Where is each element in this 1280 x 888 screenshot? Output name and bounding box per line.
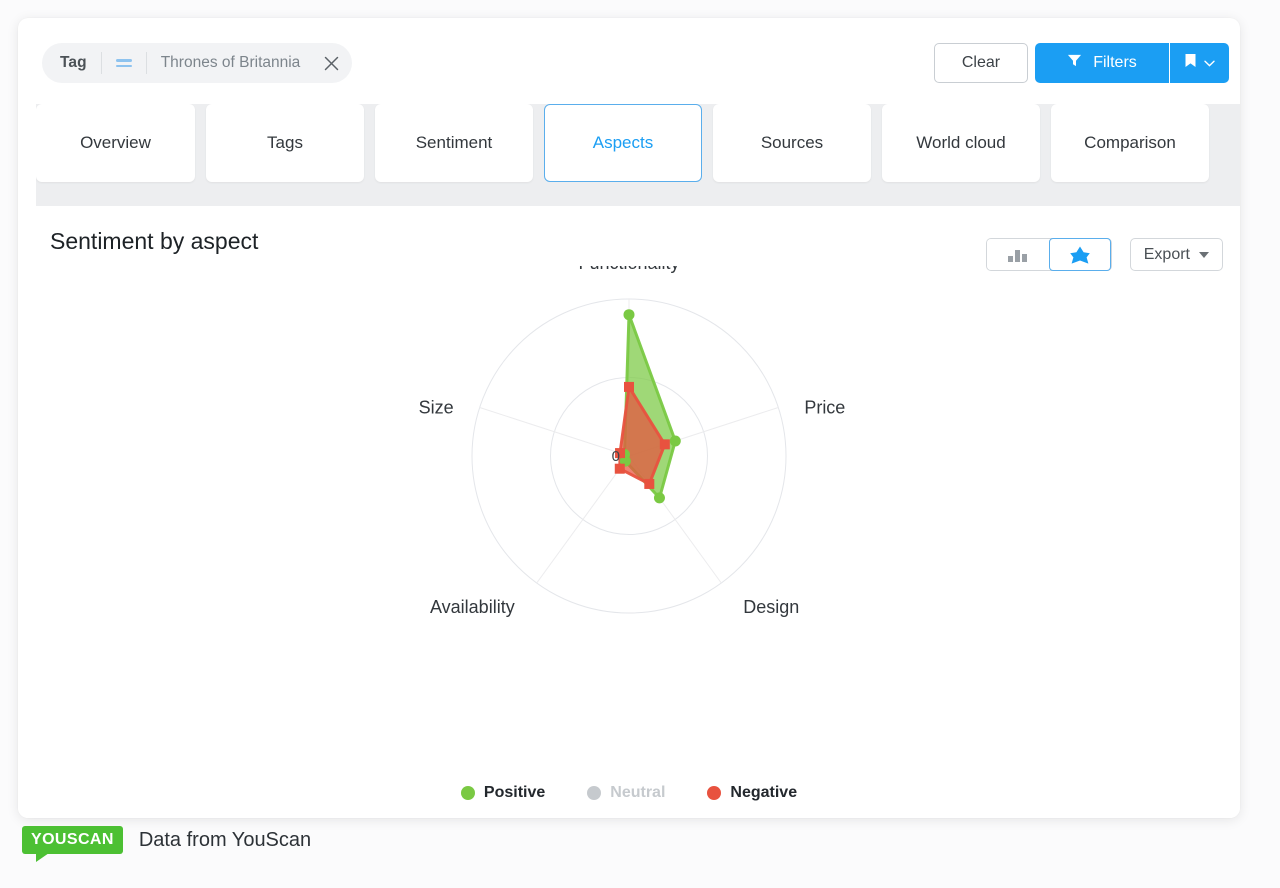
- tab-sources[interactable]: Sources: [713, 104, 871, 182]
- funnel-icon: [1067, 53, 1082, 73]
- legend-swatch-negative: [707, 786, 721, 800]
- radar-chart-svg: 0 Functionality Price Design Availability Siz…: [219, 266, 1039, 686]
- radar-chart-icon[interactable]: [1049, 238, 1111, 271]
- tag-filter-chip[interactable]: Tag Thrones of Britannia: [42, 43, 352, 83]
- tab-sentiment[interactable]: Sentiment: [375, 104, 533, 182]
- radar-point: [615, 464, 625, 474]
- chip-divider-1: [101, 52, 102, 74]
- radial-tick-label: 0: [612, 448, 620, 465]
- radar-point: [624, 382, 634, 392]
- legend-label-positive: Positive: [484, 784, 545, 802]
- tag-filter-label: Tag: [60, 54, 87, 72]
- bookmark-button[interactable]: [1170, 43, 1229, 83]
- chevron-down-icon: [1199, 252, 1209, 258]
- chart-panel: Sentiment by aspect Export: [18, 206, 1240, 818]
- page-title: Sentiment by aspect: [50, 228, 258, 255]
- bookmark-icon: [1184, 53, 1197, 73]
- filter-bar: Tag Thrones of Britannia Clear Filters: [18, 18, 1240, 104]
- tab-comparison[interactable]: Comparison: [1051, 104, 1209, 182]
- footer-text: Data from YouScan: [139, 829, 311, 852]
- legend-swatch-positive: [461, 786, 475, 800]
- radar-point: [644, 479, 654, 489]
- radar-chart: 0 Functionality Price Design Availability Siz…: [18, 266, 1240, 786]
- radar-axis-label: Availability: [430, 597, 515, 617]
- radar-axis-label: Design: [743, 597, 799, 617]
- dashboard-card: Tag Thrones of Britannia Clear Filters: [18, 18, 1240, 818]
- footer: YOUSCAN Data from YouScan: [22, 826, 311, 854]
- export-button-label: Export: [1144, 246, 1190, 264]
- radar-axis-spoke: [480, 407, 629, 456]
- screenshot-root: Tag Thrones of Britannia Clear Filters: [0, 0, 1280, 888]
- filters-button-group: Filters: [1035, 43, 1229, 83]
- tab-list: Overview Tags Sentiment Aspects Sources …: [36, 104, 1240, 206]
- radar-point: [670, 435, 681, 446]
- radar-axis-label: Price: [804, 397, 845, 417]
- filters-button[interactable]: Filters: [1035, 43, 1169, 83]
- filters-button-label: Filters: [1093, 54, 1137, 72]
- radar-axis-label: Size: [419, 397, 454, 417]
- chevron-down-icon: [1204, 54, 1215, 72]
- radar-axis-label: Functionality: [578, 266, 679, 273]
- tab-tags[interactable]: Tags: [206, 104, 364, 182]
- legend-swatch-neutral: [587, 786, 601, 800]
- legend-item-negative[interactable]: Negative: [707, 784, 797, 802]
- equals-icon: [116, 57, 132, 69]
- radar-point: [624, 309, 635, 320]
- legend-item-neutral[interactable]: Neutral: [587, 784, 665, 802]
- tab-world-cloud[interactable]: World cloud: [882, 104, 1040, 182]
- legend-label-neutral: Neutral: [610, 784, 665, 802]
- legend-item-positive[interactable]: Positive: [461, 784, 545, 802]
- tab-overview[interactable]: Overview: [36, 104, 195, 182]
- tab-aspects[interactable]: Aspects: [544, 104, 702, 182]
- legend-label-negative: Negative: [730, 784, 797, 802]
- radar-point: [660, 439, 670, 449]
- close-icon[interactable]: [316, 48, 346, 78]
- tag-filter-value: Thrones of Britannia: [161, 54, 317, 72]
- chart-legend: Positive Neutral Negative: [18, 784, 1240, 802]
- chip-divider-2: [146, 52, 147, 74]
- youscan-logo: YOUSCAN: [22, 826, 123, 854]
- clear-button[interactable]: Clear: [934, 43, 1028, 83]
- radar-point: [654, 492, 665, 503]
- tab-strip: Overview Tags Sentiment Aspects Sources …: [36, 104, 1240, 206]
- radar-axis-spoke: [537, 456, 629, 583]
